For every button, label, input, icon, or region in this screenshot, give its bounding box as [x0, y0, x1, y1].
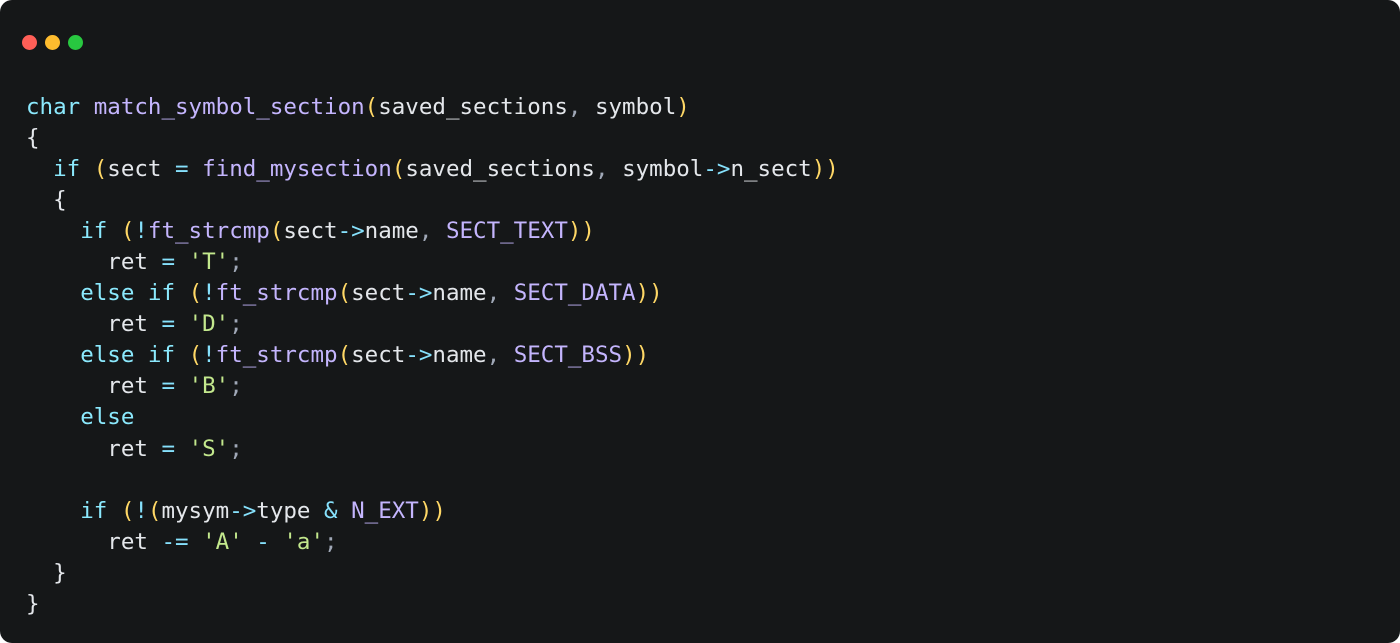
code-line: }: [26, 591, 40, 617]
code-line: ret -= 'A' - 'a';: [26, 529, 338, 555]
code-line: ret = 'B';: [26, 373, 243, 399]
window-minimize-button[interactable]: [45, 35, 60, 50]
function-name: match_symbol_section: [94, 94, 365, 120]
code-line: else if (!ft_strcmp(sect->name, SECT_BSS…: [26, 342, 649, 368]
code-line: if (sect = find_mysection(saved_sections…: [26, 156, 839, 182]
code-line: }: [26, 560, 67, 586]
code-line: else: [26, 404, 134, 430]
code-line: ret = 'S';: [26, 436, 243, 462]
code-line: ret = 'T';: [26, 249, 243, 275]
code-line: else if (!ft_strcmp(sect->name, SECT_DAT…: [26, 280, 663, 306]
code-line: if (!(mysym->type & N_EXT)): [26, 498, 446, 524]
titlebar: [0, 0, 1400, 64]
code-line: char match_symbol_section(saved_sections…: [26, 94, 690, 120]
code-block: char match_symbol_section(saved_sections…: [0, 64, 1400, 638]
keyword-type: char: [26, 94, 80, 120]
code-line: ret = 'D';: [26, 311, 243, 337]
code-line: {: [26, 125, 40, 151]
code-line: if (!ft_strcmp(sect->name, SECT_TEXT)): [26, 218, 595, 244]
code-window: char match_symbol_section(saved_sections…: [0, 0, 1400, 643]
window-maximize-button[interactable]: [68, 35, 83, 50]
window-close-button[interactable]: [22, 35, 37, 50]
code-line: {: [26, 187, 67, 213]
